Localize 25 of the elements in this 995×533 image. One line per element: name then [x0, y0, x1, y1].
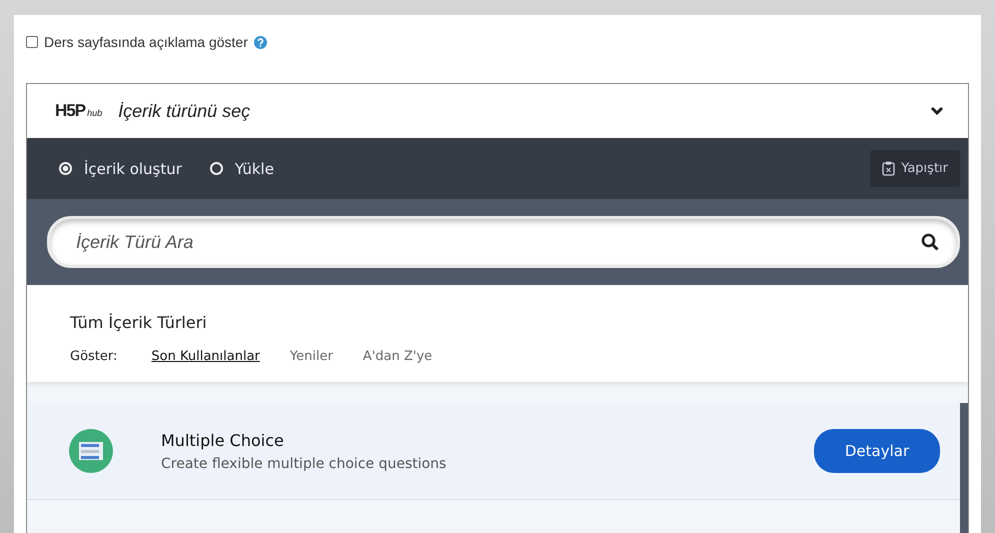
content-type-title: Multiple Choice — [161, 430, 284, 450]
section-title: Tüm İçerik Türleri — [70, 313, 208, 332]
content-type-row[interactable]: Multiple Choice Create flexible multiple choice questions Detaylar — [27, 403, 960, 500]
panel-title: İçerik türünü seç — [118, 100, 252, 122]
filter-link[interactable]: Son Kullanılanlar — [151, 349, 260, 364]
help-icon[interactable] — [254, 36, 267, 48]
content-type-description: Create flexible multiple choice questions — [161, 456, 446, 472]
logo: H5Phub — [55, 101, 102, 121]
filter-label: Göster: — [70, 349, 118, 364]
details-button[interactable]: Detaylar — [814, 429, 940, 473]
chevron-down-icon[interactable] — [930, 106, 944, 116]
clipboard-icon — [882, 161, 896, 176]
list-icon — [69, 429, 113, 473]
radio-option[interactable]: İçerik oluştur — [59, 160, 182, 178]
scrollbar[interactable] — [960, 403, 968, 533]
checkbox-label: Ders sayfasında açıklama göster — [44, 34, 248, 50]
search-icon[interactable] — [921, 233, 939, 251]
checkbox[interactable] — [26, 36, 38, 48]
radio-button[interactable] — [210, 162, 223, 175]
filter-link[interactable]: A'dan Z'ye — [362, 349, 432, 364]
radio-option[interactable]: Yükle — [210, 160, 274, 178]
paste-button[interactable]: Yapıştır — [870, 150, 960, 187]
search-field[interactable]: İçerik Türü Ara — [47, 216, 960, 268]
filter-link[interactable]: Yeniler — [290, 349, 333, 364]
radio-button[interactable] — [59, 162, 72, 175]
